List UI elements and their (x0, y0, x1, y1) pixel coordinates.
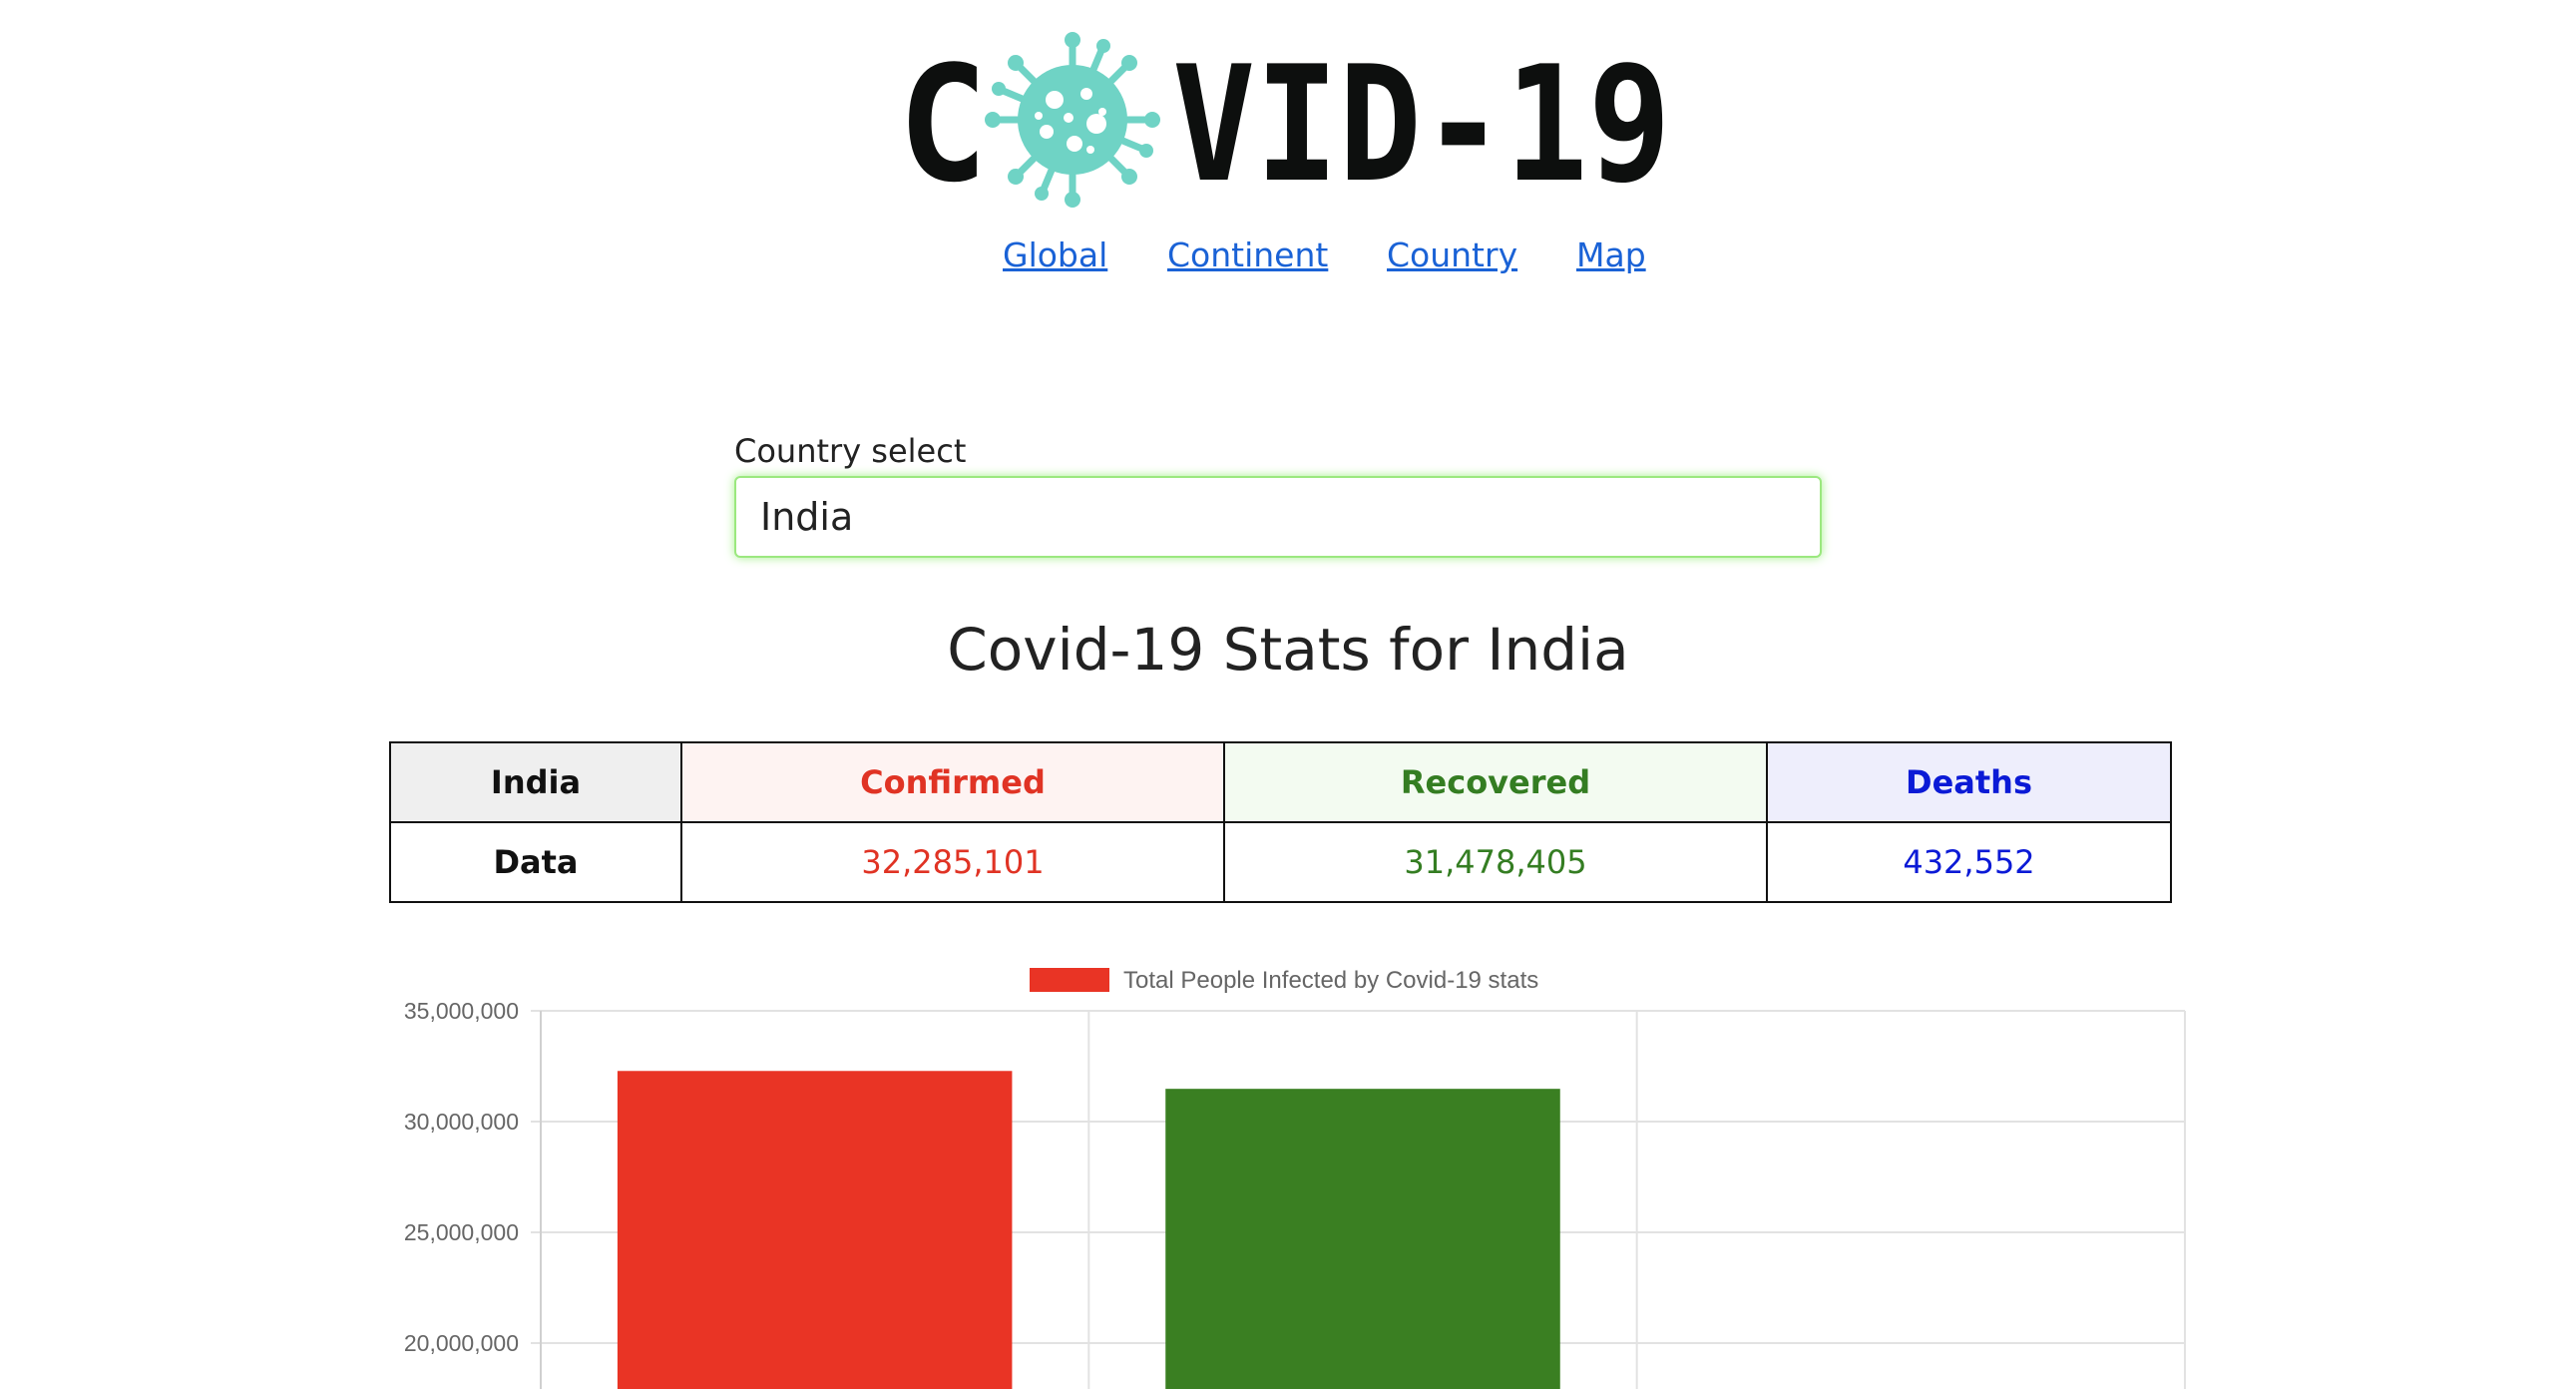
nav-link-continent[interactable]: Continent (1167, 235, 1328, 274)
logo-graphic: C VID-19 (898, 31, 1671, 218)
logo-letters-vid19: VID-19 (1172, 31, 1671, 218)
nav-link-country[interactable]: Country (1387, 235, 1517, 274)
chart-svg: Total People Infected by Covid-19 stats 3… (404, 967, 2186, 1389)
legend-swatch (1030, 968, 1109, 992)
virus-icon (985, 32, 1160, 208)
row-label-data: Data (389, 821, 682, 903)
country-select-value: India (760, 495, 854, 539)
stats-header-row: India Confirmed Recovered Deaths (389, 741, 2172, 823)
country-select[interactable]: India (734, 476, 1822, 558)
legend-label: Total People Infected by Covid-19 stats (1123, 967, 1538, 994)
value-deaths: 432,552 (1766, 821, 2172, 903)
nav-link-global[interactable]: Global (1003, 235, 1107, 274)
header-confirmed: Confirmed (680, 741, 1225, 823)
country-select-label: Country select (734, 432, 967, 470)
stats-table: India Confirmed Recovered Deaths Data 32… (389, 741, 2172, 903)
nav-link-map[interactable]: Map (1576, 235, 1646, 274)
bar-recovered (1165, 1089, 1560, 1389)
bar-confirmed (617, 1071, 1013, 1389)
y-tick-label: 25,000,000 (404, 1219, 519, 1245)
infection-bar-chart: Total People Infected by Covid-19 stats 3… (0, 938, 2576, 1389)
stats-data-row: Data 32,285,101 31,478,405 432,552 (389, 821, 2172, 903)
stats-title: Covid-19 Stats for India (947, 616, 1629, 684)
y-tick-label: 20,000,000 (404, 1330, 519, 1356)
y-tick-label: 35,000,000 (404, 998, 519, 1024)
header-recovered: Recovered (1223, 741, 1768, 823)
logo-letter-c: C (898, 31, 988, 218)
main-nav: Global Continent Country Map (0, 235, 2576, 285)
y-tick-label: 30,000,000 (404, 1109, 519, 1135)
header-deaths: Deaths (1766, 741, 2172, 823)
value-confirmed: 32,285,101 (680, 821, 1225, 903)
value-recovered: 31,478,405 (1223, 821, 1768, 903)
covid-19-logo: C VID-19 (898, 30, 1676, 218)
header-country: India (389, 741, 682, 823)
